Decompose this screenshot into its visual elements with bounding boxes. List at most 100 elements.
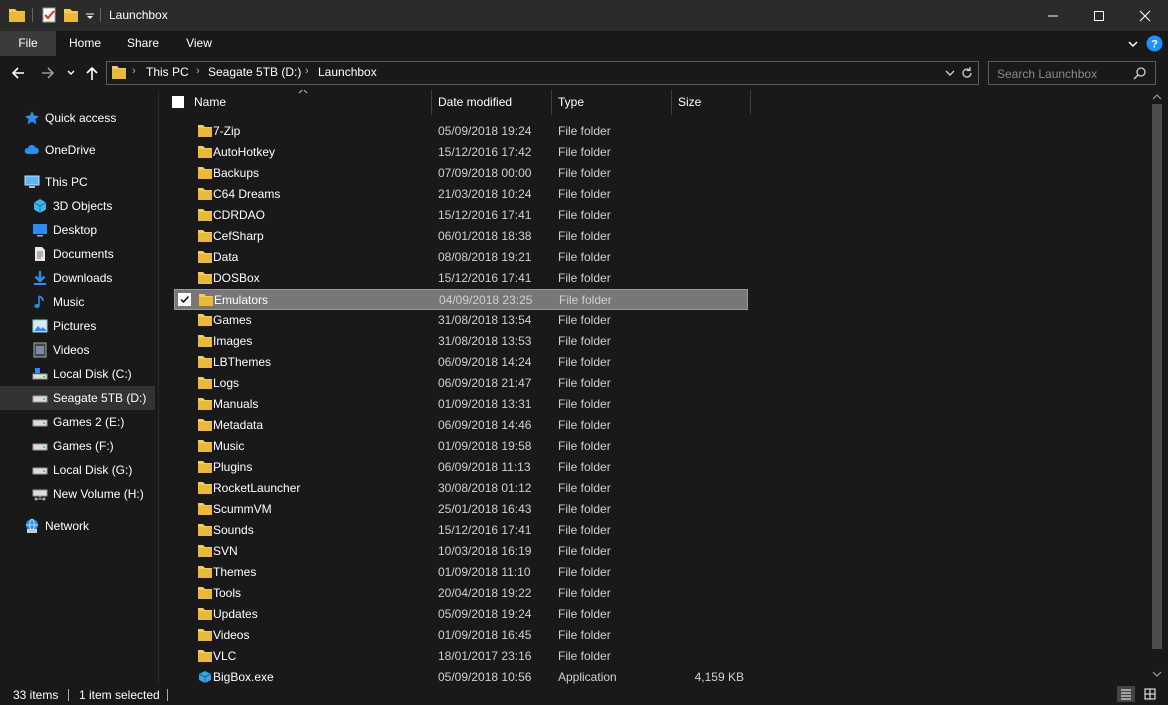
file-row[interactable]: Manuals 01/09/2018 13:31 File folder xyxy=(174,394,748,415)
file-row[interactable]: AutoHotkey 15/12/2016 17:42 File folder xyxy=(174,142,748,163)
vertical-scrollbar[interactable] xyxy=(1149,90,1168,684)
scroll-down-icon[interactable] xyxy=(1152,669,1162,679)
file-row[interactable]: Music 01/09/2018 19:58 File folder xyxy=(174,436,748,457)
column-header-size[interactable]: Size xyxy=(678,90,701,115)
file-row[interactable]: Tools 20/04/2018 19:22 File folder xyxy=(174,583,748,604)
column-header-type[interactable]: Type xyxy=(558,90,584,115)
file-row[interactable]: Videos 01/09/2018 16:45 File folder xyxy=(174,625,748,646)
nav-item-downloads[interactable]: Downloads xyxy=(0,266,155,290)
nav-item-seagate-5tb-d[interactable]: Seagate 5TB (D:) xyxy=(0,386,155,410)
file-row[interactable]: SVN 10/03/2018 16:19 File folder xyxy=(174,541,748,562)
nav-label: Local Disk (G:) xyxy=(53,463,133,477)
tab-share[interactable]: Share xyxy=(118,31,168,56)
file-row[interactable]: VLC 18/01/2017 23:16 File folder xyxy=(174,646,748,667)
breadcrumb-launchbox[interactable]: Launchbox xyxy=(318,65,377,79)
expand-ribbon-button[interactable] xyxy=(1126,37,1140,51)
file-row[interactable]: Plugins 06/09/2018 11:13 File folder xyxy=(174,457,748,478)
file-row[interactable]: LBThemes 06/09/2018 14:24 File folder xyxy=(174,352,748,373)
folder-icon xyxy=(197,439,213,453)
folder-icon xyxy=(197,397,213,411)
file-type: File folder xyxy=(558,145,611,159)
tab-view[interactable]: View xyxy=(176,31,222,56)
maximize-button[interactable] xyxy=(1076,0,1122,31)
up-button[interactable] xyxy=(82,64,102,82)
file-row[interactable]: Data 08/08/2018 19:21 File folder xyxy=(174,247,748,268)
scrollbar-thumb[interactable] xyxy=(1152,104,1162,649)
file-row[interactable]: CefSharp 06/01/2018 18:38 File folder xyxy=(174,226,748,247)
search-icon[interactable] xyxy=(1133,66,1147,80)
nav-item-this-pc[interactable]: This PC xyxy=(0,170,155,194)
nav-label: Videos xyxy=(53,343,90,357)
forward-button[interactable] xyxy=(38,64,58,82)
column-divider[interactable] xyxy=(750,90,751,115)
nav-item-videos[interactable]: Videos xyxy=(0,338,155,362)
breadcrumb-this-pc[interactable]: This PC xyxy=(146,65,189,79)
file-date-modified: 31/08/2018 13:54 xyxy=(438,313,532,327)
tab-home[interactable]: Home xyxy=(60,31,110,56)
address-history-button[interactable] xyxy=(943,66,957,80)
properties-icon[interactable] xyxy=(40,6,58,24)
search-input[interactable] xyxy=(995,65,1135,83)
column-divider[interactable] xyxy=(431,90,432,115)
file-row[interactable]: DOSBox 15/12/2016 17:41 File folder xyxy=(174,268,748,289)
column-divider[interactable] xyxy=(671,90,672,115)
file-row[interactable]: C64 Dreams 21/03/2018 10:24 File folder xyxy=(174,184,748,205)
nav-item-local-disk-c[interactable]: Local Disk (C:) xyxy=(0,362,155,386)
file-name: Sounds xyxy=(213,523,254,537)
refresh-button[interactable] xyxy=(960,66,974,80)
nav-item-3d-objects[interactable]: 3D Objects xyxy=(0,194,155,218)
customize-qat-icon[interactable] xyxy=(84,6,96,24)
file-date-modified: 01/09/2018 13:31 xyxy=(438,397,532,411)
nav-item-documents[interactable]: Documents xyxy=(0,242,155,266)
details-view-button[interactable] xyxy=(1117,686,1135,702)
nav-label: Pictures xyxy=(53,319,97,333)
help-button[interactable]: ? xyxy=(1146,35,1163,52)
file-row[interactable]: 7-Zip 05/09/2018 19:24 File folder xyxy=(174,121,748,142)
nav-item-pictures[interactable]: Pictures xyxy=(0,314,155,338)
file-row[interactable]: Logs 06/09/2018 21:47 File folder xyxy=(174,373,748,394)
file-row[interactable]: Metadata 06/09/2018 14:46 File folder xyxy=(174,415,748,436)
new-folder-icon[interactable] xyxy=(62,6,80,24)
search-box[interactable] xyxy=(988,61,1156,85)
file-row[interactable]: ScummVM 25/01/2018 16:43 File folder xyxy=(174,499,748,520)
nav-label: Local Disk (C:) xyxy=(53,367,132,381)
nav-item-network[interactable]: Network xyxy=(0,514,155,538)
file-row[interactable]: RocketLauncher 30/08/2018 01:12 File folde… xyxy=(174,478,748,499)
nav-item-games-2-e[interactable]: Games 2 (E:) xyxy=(0,410,155,434)
nav-item-new-volume-h[interactable]: New Volume (H:) xyxy=(0,482,155,506)
file-row[interactable]: BigBox.exe 05/09/2018 10:56 Application 4,1… xyxy=(174,667,748,684)
recent-locations-button[interactable] xyxy=(64,64,78,82)
file-row[interactable]: Themes 01/09/2018 11:10 File folder xyxy=(174,562,748,583)
column-header-date[interactable]: Date modified xyxy=(438,90,512,115)
nav-item-games-f[interactable]: Games (F:) xyxy=(0,434,155,458)
nav-item-music[interactable]: Music xyxy=(0,290,155,314)
column-header-name[interactable]: Name xyxy=(194,90,226,115)
close-button[interactable] xyxy=(1122,0,1168,31)
file-row[interactable]: Emulators 04/09/2018 23:25 File folder xyxy=(174,289,748,310)
network-drive-icon xyxy=(32,486,48,502)
row-checkbox[interactable] xyxy=(178,293,191,306)
back-button[interactable] xyxy=(8,64,28,82)
file-row[interactable]: CDRDAO 15/12/2016 17:41 File folder xyxy=(174,205,748,226)
nav-item-onedrive[interactable]: OneDrive xyxy=(0,138,155,162)
file-row[interactable]: Sounds 15/12/2016 17:41 File folder xyxy=(174,520,748,541)
column-divider[interactable] xyxy=(551,90,552,115)
select-all-checkbox[interactable] xyxy=(172,96,184,108)
nav-item-quick-access[interactable]: Quick access xyxy=(0,106,155,130)
minimize-button[interactable] xyxy=(1030,0,1076,31)
file-row[interactable]: Updates 05/09/2018 19:24 File folder xyxy=(174,604,748,625)
address-bar[interactable]: › This PC › Seagate 5TB (D:) › Launchbox xyxy=(106,61,979,85)
tab-file[interactable]: File xyxy=(0,31,56,56)
address-row: › This PC › Seagate 5TB (D:) › Launchbox xyxy=(0,56,1168,90)
large-icons-view-button[interactable] xyxy=(1141,686,1159,702)
file-row[interactable]: Backups 07/09/2018 00:00 File folder xyxy=(174,163,748,184)
scroll-up-icon[interactable] xyxy=(1152,92,1162,102)
file-type: File folder xyxy=(558,208,611,222)
nav-item-desktop[interactable]: Desktop xyxy=(0,218,155,242)
breadcrumb-seagate[interactable]: Seagate 5TB (D:) xyxy=(208,65,301,79)
file-row[interactable]: Images 31/08/2018 13:53 File folder xyxy=(174,331,748,352)
nav-item-local-disk-g[interactable]: Local Disk (G:) xyxy=(0,458,155,482)
help-icon: ? xyxy=(1146,35,1163,52)
nav-label: This PC xyxy=(45,175,88,189)
file-row[interactable]: Games 31/08/2018 13:54 File folder xyxy=(174,310,748,331)
